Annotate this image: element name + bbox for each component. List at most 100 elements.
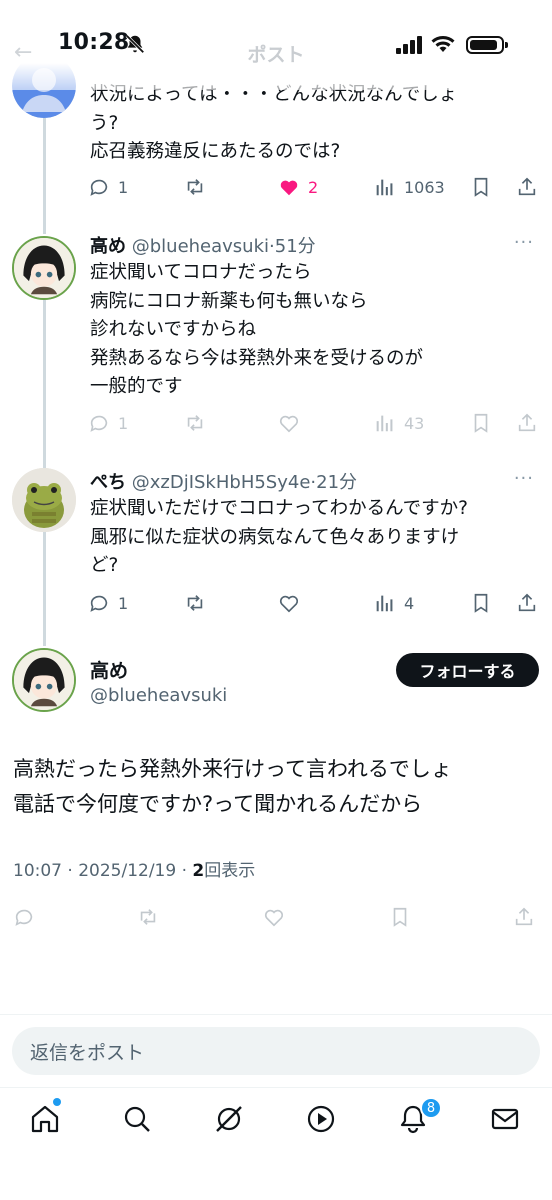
views-button[interactable]: 4 [374,588,414,618]
divider [0,1087,552,1088]
repost-icon [187,179,203,195]
more-options-icon[interactable]: ··· [514,468,534,489]
like-count: 2 [308,177,319,197]
tweet-text: 状況によっては・・・どんな状況なんでしょ う? 応召義務違反にあたるのでは? [90,84,458,162]
reply-icon [15,909,33,926]
repost-button[interactable] [184,408,206,438]
reply-count: 1 [118,177,129,197]
bookmark-icon [474,593,488,613]
views-button[interactable]: 43 [374,408,424,438]
tweet-actions: 1 4 [88,588,544,618]
grok-icon[interactable] [212,1102,246,1136]
heart-icon [279,415,299,433]
repost-button[interactable] [184,588,206,618]
reply-input[interactable]: 返信をポスト [12,1027,540,1075]
share-icon [518,177,536,196]
repost-button[interactable] [184,172,206,202]
notification-badge: 8 [420,1097,442,1119]
thread-line [43,118,46,234]
like-button[interactable] [278,588,300,618]
search-icon[interactable] [120,1102,154,1136]
share-icon [518,413,536,432]
status-bar: ← ポスト 10:28 [0,0,552,90]
home-unread-dot [53,1098,61,1106]
heart-filled-icon [280,180,298,196]
views-button[interactable]: 1063 [374,172,445,202]
analytics-icon [376,415,393,432]
reply-button[interactable]: 1 [88,408,128,438]
bell-muted-icon [125,34,145,54]
tweet-text: 症状聞いてコロナだったら 病院にコロナ新薬も何も無いなら 診れないですからね 発… [90,262,424,397]
repost-button[interactable] [137,902,159,932]
bookmark-button[interactable] [389,902,411,932]
like-button[interactable] [278,408,300,438]
view-count: 1063 [404,177,445,197]
user-handle[interactable]: @blueheavsuki [132,236,269,257]
tweet-header: ぺち @xzDjISkHbH5Sy4e·21分 [90,468,357,494]
reply-count: 1 [118,413,129,433]
avatar-takame[interactable] [12,236,76,300]
main-post-text: 高熱だったら発熱外来行けって言われるでしょ 電話で今何度ですか?って聞かれるんだ… [13,757,452,816]
bookmark-icon [474,177,488,197]
status-time: 10:28 [58,30,130,55]
thread-line [43,300,46,468]
main-post-actions [13,902,543,932]
user-handle[interactable]: @xzDjISkHbH5Sy4e [132,472,311,493]
more-options-icon[interactable]: ··· [514,232,534,253]
repost-icon [187,415,203,431]
divider [0,1014,552,1015]
analytics-icon [376,595,393,612]
bookmark-icon [393,907,407,927]
repost-icon [140,909,156,925]
reply-button[interactable]: 1 [88,172,128,202]
bookmark-button[interactable] [470,172,492,202]
tweet-actions: 1 43 [88,408,544,438]
share-icon [518,593,536,612]
bookmark-button[interactable] [470,588,492,618]
heart-icon [264,909,284,927]
share-button[interactable] [516,172,538,202]
reply-button[interactable] [13,902,35,932]
battery-icon [466,36,508,54]
avatar-pechi[interactable] [12,468,76,532]
tweet-time: ·21分 [310,472,358,493]
tweet-time: ·51分 [269,236,316,257]
like-button[interactable] [263,902,285,932]
reply-icon [90,415,108,432]
repost-icon [187,595,203,611]
analytics-icon [376,179,393,196]
reply-icon [90,179,108,196]
messages-mail-icon[interactable] [488,1102,522,1136]
tweet-actions: 1 2 1063 [88,172,544,202]
avatar-takame[interactable] [12,648,76,712]
share-icon [515,907,533,926]
view-label: 回表示 [204,861,256,881]
cellular-signal-icon [396,36,422,54]
bookmark-button[interactable] [470,408,492,438]
share-button[interactable] [516,408,538,438]
bookmark-icon [474,413,488,433]
reply-count: 1 [118,593,129,613]
display-name[interactable]: ぺち [90,472,126,493]
tweet-text: 症状聞いただけでコロナってわかるんですか? 風邪に似た症状の病気なんて色々ありま… [90,498,468,576]
reply-icon [90,595,108,612]
heart-icon [279,595,299,613]
post-metadata: 10:07 · 2025/12/19 · 2回表示 [13,856,255,881]
home-icon[interactable] [28,1102,62,1136]
thread-line [43,532,46,646]
tweet-header: 高め @blueheavsuki·51分 [90,232,316,258]
view-count: 2 [192,861,205,881]
video-play-icon[interactable] [304,1102,338,1136]
main-user-handle[interactable]: @blueheavsuki [90,685,227,706]
wifi-icon [431,36,455,52]
share-button[interactable] [516,588,538,618]
follow-button[interactable]: フォローする [396,653,539,687]
reply-button[interactable]: 1 [88,588,128,618]
display-name[interactable]: 高め [90,236,126,257]
share-button[interactable] [513,902,535,932]
view-count: 4 [404,593,415,613]
post-timestamp: 10:07 · 2025/12/19 · [13,861,193,881]
main-display-name[interactable]: 高め [90,656,128,683]
view-count: 43 [404,413,425,433]
like-button[interactable]: 2 [278,172,318,202]
